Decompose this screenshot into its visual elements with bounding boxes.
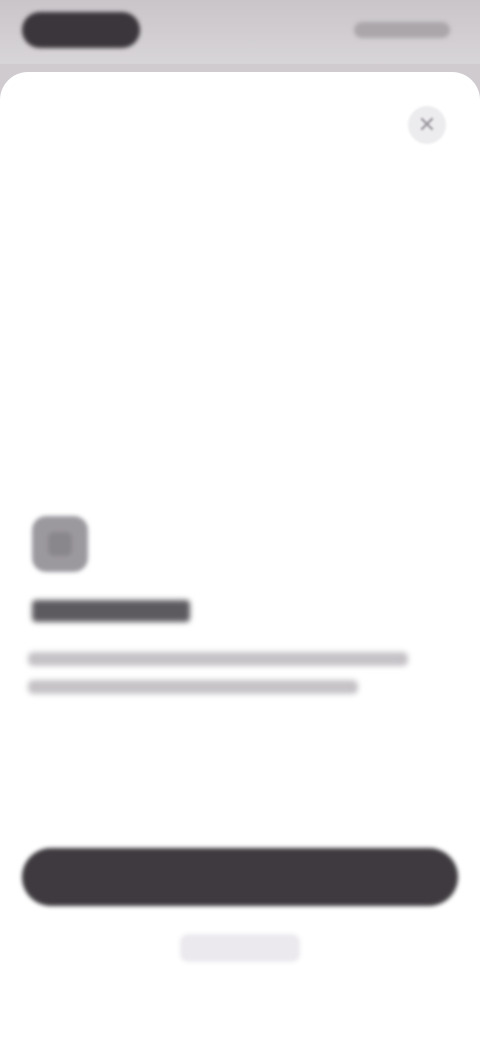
secondary-link[interactable]	[180, 934, 300, 962]
feature-description-line-1	[28, 652, 408, 666]
feature-description-line-2	[28, 680, 358, 694]
close-button[interactable]: ✕	[408, 106, 446, 144]
feature-title	[32, 600, 452, 628]
status-time	[22, 12, 140, 48]
status-bar	[0, 0, 480, 64]
close-icon: ✕	[417, 112, 437, 137]
feature-icon	[32, 516, 88, 572]
status-indicators	[354, 22, 450, 38]
feature-title-text	[32, 600, 190, 622]
primary-continue-button[interactable]	[22, 848, 458, 906]
feature-glyph-icon	[48, 532, 72, 556]
status-time-pill	[22, 12, 140, 48]
feature-description	[28, 652, 418, 708]
